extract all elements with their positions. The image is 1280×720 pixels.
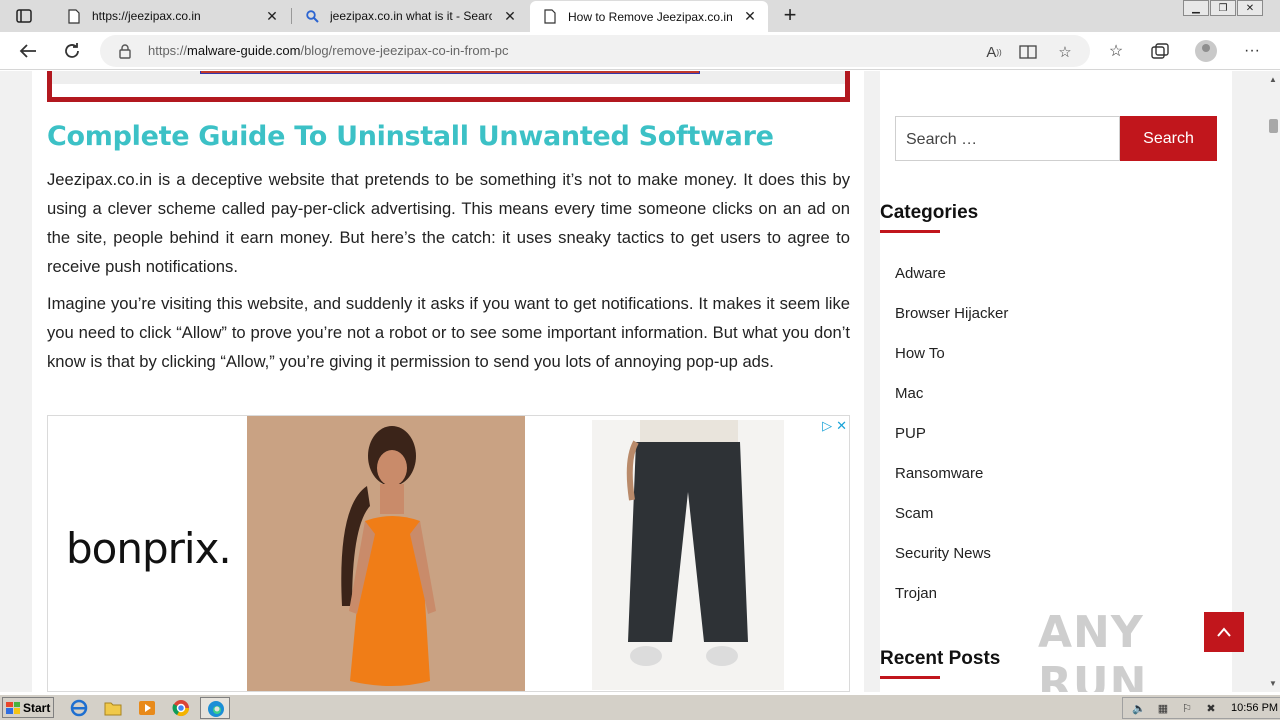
add-favorite-icon[interactable]: ☆: [1055, 42, 1075, 62]
ad-banner[interactable]: [200, 71, 700, 74]
tab-jeezipax[interactable]: https://jeezipax.co.in ✕: [54, 0, 290, 32]
close-icon[interactable]: ✕: [836, 418, 847, 434]
internet-explorer-icon[interactable]: [70, 699, 88, 717]
ad-brand-logo[interactable]: bonprix.: [66, 524, 232, 573]
flag-icon[interactable]: ⚐: [1179, 701, 1195, 715]
close-icon[interactable]: ✕: [262, 6, 282, 26]
tab-title: How to Remove Jeezipax.co.in f: [568, 9, 732, 24]
page-icon: [542, 9, 558, 25]
tab-title: https://jeezipax.co.in: [92, 9, 201, 23]
window-controls: ▁ ❐ ✕: [1182, 0, 1263, 18]
ad-product-image-trousers[interactable]: [592, 420, 784, 690]
read-aloud-icon[interactable]: A)): [984, 42, 1004, 62]
address-bar[interactable]: https://malware-guide.com/blog/remove-je…: [100, 35, 1090, 67]
media-player-icon[interactable]: [138, 699, 156, 717]
tab-malware-guide-active[interactable]: How to Remove Jeezipax.co.in f ✕: [530, 1, 768, 32]
search-icon: [304, 8, 320, 24]
display-ad[interactable]: bonprix. ▷ ✕: [47, 415, 850, 692]
category-link[interactable]: Scam: [895, 505, 933, 522]
tab-actions-icon[interactable]: [8, 5, 40, 27]
tab-search[interactable]: jeezipax.co.in what is it - Search ✕: [292, 0, 528, 32]
favorites-icon[interactable]: ☆: [1105, 40, 1127, 62]
windows-taskbar: Start 🔈 ▦ ⚐ ✖ 10:56 PM: [0, 694, 1280, 720]
category-link[interactable]: How To: [895, 345, 945, 362]
search-button[interactable]: Search: [1120, 116, 1217, 161]
category-link[interactable]: Browser Hijacker: [895, 305, 1008, 322]
url-domain: malware-guide.com: [187, 43, 301, 58]
security-shield-icon[interactable]: ✖: [1203, 701, 1219, 715]
web-page: Complete Guide To Uninstall Unwanted Sof…: [0, 71, 1266, 692]
new-tab-button[interactable]: +: [778, 4, 802, 28]
scroll-up-arrow-icon[interactable]: ▲: [1269, 75, 1277, 84]
folder-icon[interactable]: [104, 699, 122, 717]
heading-underline: [880, 676, 940, 679]
article-heading: Complete Guide To Uninstall Unwanted Sof…: [47, 121, 774, 152]
category-link[interactable]: Adware: [895, 265, 946, 282]
categories-heading: Categories: [880, 202, 979, 223]
refresh-button[interactable]: [60, 39, 84, 63]
ad-choices[interactable]: ▷ ✕: [822, 418, 847, 434]
category-link[interactable]: Trojan: [895, 585, 937, 602]
vertical-scrollbar[interactable]: ▲ ▼: [1266, 71, 1280, 692]
immersive-reader-icon[interactable]: [1018, 42, 1038, 62]
page-margin: [0, 71, 32, 692]
article-paragraph: Imagine you’re visiting this website, an…: [47, 294, 850, 371]
ad-choices-icon[interactable]: ▷: [822, 418, 832, 434]
close-icon[interactable]: ✕: [500, 6, 520, 26]
start-button[interactable]: Start: [2, 697, 54, 718]
ad-product-image-dress[interactable]: [247, 416, 525, 691]
minimize-button[interactable]: ▁: [1183, 0, 1209, 16]
category-link[interactable]: Mac: [895, 385, 923, 402]
chevron-up-icon: [1217, 627, 1231, 637]
restore-button[interactable]: ❐: [1210, 0, 1236, 16]
close-window-button[interactable]: ✕: [1237, 0, 1263, 16]
more-menu-icon[interactable]: ···: [1241, 40, 1263, 62]
address-toolbar: https://malware-guide.com/blog/remove-je…: [0, 32, 1280, 70]
edge-taskbar-button[interactable]: [200, 697, 230, 719]
category-link[interactable]: Security News: [895, 545, 991, 562]
back-button[interactable]: [16, 39, 40, 63]
chrome-icon[interactable]: [172, 699, 190, 717]
scrollbar-thumb[interactable]: [1269, 119, 1278, 133]
start-label: Start: [23, 700, 51, 715]
article-paragraph: Jeezipax.co.in is a deceptive website th…: [47, 170, 850, 276]
clock[interactable]: 10:56 PM: [1231, 702, 1278, 714]
network-icon[interactable]: ▦: [1155, 701, 1171, 715]
search-input[interactable]: Search …: [895, 116, 1120, 161]
heading-underline: [880, 230, 940, 233]
url-path: /blog/remove-jeezipax-co-in-from-pc: [300, 43, 509, 58]
page-icon: [66, 8, 82, 24]
url-text[interactable]: https://malware-guide.com/blog/remove-je…: [148, 43, 509, 58]
url-prefix: https://: [148, 43, 188, 58]
system-tray: 🔈 ▦ ⚐ ✖ 10:56 PM: [1122, 697, 1280, 719]
volume-icon[interactable]: 🔈: [1131, 701, 1147, 715]
column-gap: [864, 71, 880, 692]
edge-icon: [208, 701, 224, 717]
collections-icon[interactable]: [1149, 40, 1171, 62]
page-margin-right: [1232, 71, 1266, 692]
recent-posts-heading: Recent Posts: [880, 648, 1001, 669]
windows-logo-icon: [6, 701, 20, 714]
category-link[interactable]: PUP: [895, 425, 926, 442]
close-icon[interactable]: ✕: [740, 7, 760, 27]
tab-bar: https://jeezipax.co.in ✕ jeezipax.co.in …: [0, 0, 1280, 32]
category-link[interactable]: Ransomware: [895, 465, 983, 482]
ad-frame-top: [47, 71, 850, 102]
categories-list: [880, 246, 1232, 622]
profile-avatar[interactable]: [1195, 40, 1217, 62]
tab-title: jeezipax.co.in what is it - Search: [330, 9, 492, 23]
scroll-to-top-button[interactable]: [1204, 612, 1244, 652]
scroll-down-arrow-icon[interactable]: ▼: [1269, 679, 1277, 688]
lock-icon[interactable]: [118, 43, 132, 59]
